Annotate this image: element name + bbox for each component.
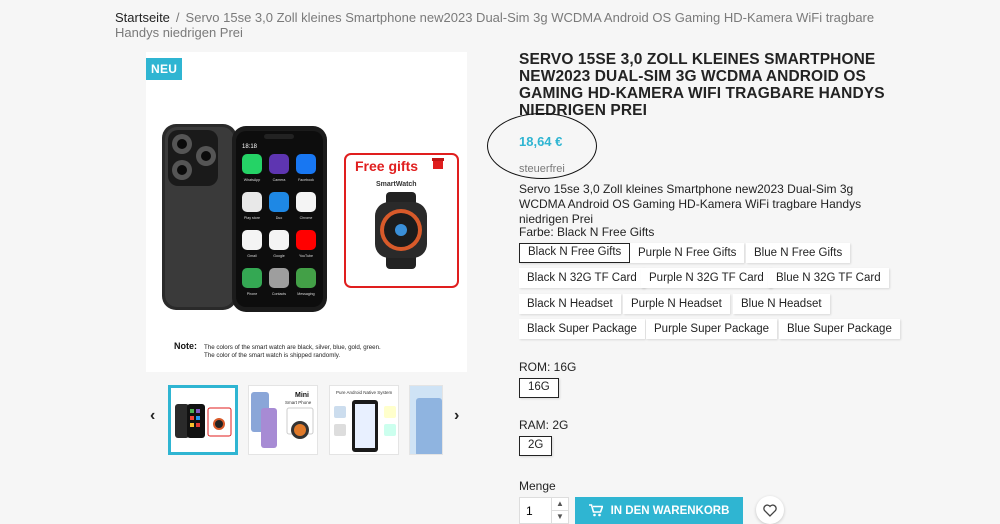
- app-icon-5: [296, 192, 316, 212]
- note-line-1: The colors of the smart watch are black,…: [204, 344, 381, 351]
- app-icon-10: [269, 268, 289, 288]
- color-option-black-32g-tf-card[interactable]: Black N 32G TF Card: [519, 268, 645, 288]
- thumbnail-2-subtitle: Smart Phone: [285, 400, 312, 405]
- color-option-black-super-package[interactable]: Black Super Package: [519, 319, 645, 339]
- next-arrow-icon[interactable]: ›: [454, 407, 459, 425]
- app-label-3: Play store: [244, 216, 260, 220]
- add-to-cart-button[interactable]: IN DEN WARENKORB: [575, 497, 743, 524]
- color-option-purple-32g-tf-card[interactable]: Purple N 32G TF Card: [641, 268, 772, 288]
- rom-option-16g[interactable]: 16G: [519, 378, 559, 398]
- thumbnail-1-image: [175, 404, 232, 438]
- product-description: Servo 15se 3,0 Zoll kleines Smartphone n…: [519, 182, 862, 226]
- note-label: Note:: [174, 341, 197, 351]
- app-label-9: Phone: [247, 292, 257, 296]
- free-gifts-text: Free gifts: [355, 158, 418, 174]
- breadcrumb-separator: /: [175, 10, 180, 25]
- app-label-8: YouTube: [299, 254, 313, 258]
- app-icon-9: [242, 268, 262, 288]
- color-option-purple-free-gifts[interactable]: Purple N Free Gifts: [630, 243, 745, 263]
- add-to-cart-label: IN DEN WARENKORB: [610, 504, 730, 517]
- app-label-11: Messaging: [297, 292, 314, 296]
- color-option-black-free-gifts[interactable]: Black N Free Gifts: [519, 243, 631, 263]
- app-label-0: WhatsApp: [244, 178, 261, 182]
- breadcrumb: Startseite / Servo 15se 3,0 Zoll kleines S…: [115, 10, 885, 40]
- quantity-decrease-icon[interactable]: ▼: [551, 511, 568, 524]
- color-option-blue-super-package[interactable]: Blue Super Package: [779, 319, 900, 339]
- quantity-stepper: ▲ ▼: [519, 497, 569, 524]
- color-label: Farbe: Black N Free Gifts: [519, 225, 655, 239]
- app-icon-3: [242, 192, 262, 212]
- app-icon-7: [269, 230, 289, 250]
- prev-arrow-icon[interactable]: ‹: [150, 407, 155, 425]
- main-product-image[interactable]: 18:18 WhatsApp Camera Facebook Play store Du…: [146, 52, 467, 372]
- quantity-label: Menge: [519, 479, 556, 493]
- thumbnail-2-image: Mini Smart Phone: [251, 392, 314, 448]
- thumbnail-3-image: Pure Android Native System: [334, 390, 396, 452]
- quantity-input[interactable]: [520, 498, 550, 523]
- thumbnail-3[interactable]: Pure Android Native System: [329, 385, 399, 455]
- smartwatch-text: SmartWatch: [376, 181, 417, 188]
- heart-icon: [763, 503, 777, 517]
- note-line-2: The color of the smart watch is shipped …: [204, 352, 340, 359]
- app-label-1: Camera: [273, 178, 286, 182]
- wishlist-button[interactable]: [756, 496, 784, 524]
- phone-time: 18:18: [242, 144, 258, 150]
- app-icon-2: [296, 154, 316, 174]
- color-option-purple-headset[interactable]: Purple N Headset: [623, 294, 730, 314]
- app-label-2: Facebook: [298, 178, 314, 182]
- thumbnail-2[interactable]: Mini Smart Phone: [248, 385, 318, 455]
- app-icon-6: [242, 230, 262, 250]
- quantity-increase-icon[interactable]: ▲: [551, 498, 568, 511]
- color-option-black-headset[interactable]: Black N Headset: [519, 294, 621, 314]
- shopping-cart-icon: [588, 504, 603, 517]
- app-icon-11: [296, 268, 316, 288]
- rom-label: ROM: 16G: [519, 360, 577, 374]
- ram-option-2g[interactable]: 2G: [519, 436, 553, 456]
- product-photo: 18:18 WhatsApp Camera Facebook Play store Du…: [162, 124, 459, 359]
- gift-icon: [433, 160, 443, 169]
- price-annotation-circle: [487, 113, 597, 179]
- thumbnail-carousel: ‹ Mini Smart Phone Pure Android Native S…: [146, 383, 467, 455]
- thumbnail-2-title: Mini: [295, 392, 309, 399]
- thumbnail-4-image: [410, 386, 442, 454]
- product-title: Servo 15se 3,0 Zoll kleines Smartphone n…: [519, 51, 885, 119]
- color-option-blue-32g-tf-card[interactable]: Blue N 32G TF Card: [768, 268, 889, 288]
- app-icon-8: [296, 230, 316, 250]
- app-label-10: Contacts: [272, 292, 286, 296]
- app-icon-1: [269, 154, 289, 174]
- new-badge: NEU: [146, 58, 183, 80]
- ram-label: RAM: 2G: [519, 418, 569, 432]
- app-label-5: Chrome: [300, 216, 313, 220]
- color-option-purple-super-package[interactable]: Purple Super Package: [646, 319, 778, 339]
- color-option-blue-headset[interactable]: Blue N Headset: [733, 294, 830, 314]
- app-icon-0: [242, 154, 262, 174]
- breadcrumb-current: Servo 15se 3,0 Zoll kleines Smartphone n…: [115, 10, 875, 40]
- color-option-blue-free-gifts[interactable]: Blue N Free Gifts: [746, 243, 851, 263]
- app-label-4: Duo: [276, 216, 283, 220]
- breadcrumb-home-link[interactable]: Startseite: [115, 10, 170, 25]
- thumbnail-3-title: Pure Android Native System: [336, 390, 393, 395]
- app-icon-4: [269, 192, 289, 212]
- thumbnail-1[interactable]: [168, 385, 238, 455]
- app-label-7: Google: [273, 254, 285, 258]
- thumbnail-4[interactable]: [409, 385, 443, 455]
- app-label-6: Gmail: [247, 254, 257, 258]
